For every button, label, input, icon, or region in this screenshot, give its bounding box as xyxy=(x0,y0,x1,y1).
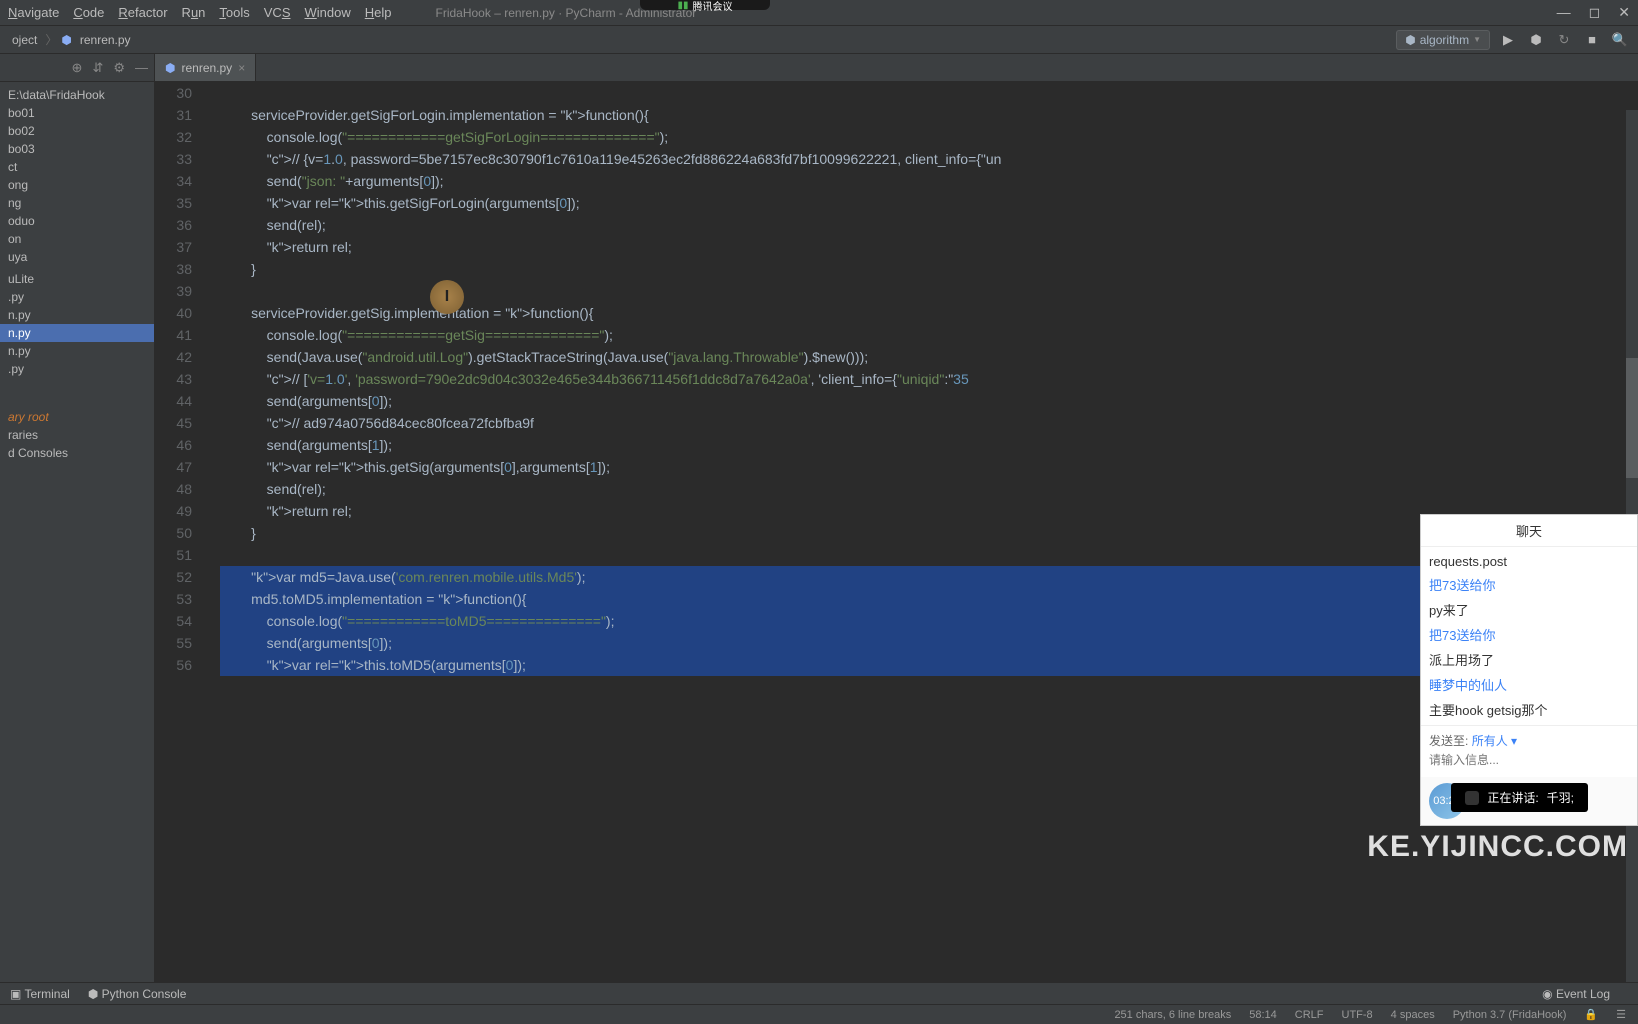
status-interpreter[interactable]: Python 3.7 (FridaHook) xyxy=(1453,1009,1567,1021)
breadcrumb-sep: 〉 xyxy=(45,31,57,48)
collapse-icon[interactable]: ⇵ xyxy=(92,60,103,76)
toolbar: oject 〉 ⬢ renren.py ⬢ algorithm ▼ ▶ ⬢ ↻ … xyxy=(0,26,1638,54)
menu-window[interactable]: Window xyxy=(305,5,351,20)
chat-input[interactable] xyxy=(1429,749,1629,771)
tree-item[interactable]: uya xyxy=(0,248,154,266)
bottom-toolbar: ▣ Terminal ⬢ Python Console ◉ Event Log xyxy=(0,982,1638,1004)
titlebar: Navigate Code Refactor Run Tools VCS Win… xyxy=(0,0,1638,26)
python-file-icon: ⬢ xyxy=(61,33,71,47)
breadcrumb: oject 〉 ⬢ renren.py xyxy=(8,31,135,49)
gutter: 3031323334353637383940414243444546474849… xyxy=(155,82,210,984)
chat-message: 睡梦中的仙人 xyxy=(1429,672,1629,697)
speaker-name: 千羽; xyxy=(1547,789,1574,806)
tree-item[interactable]: ct xyxy=(0,158,154,176)
breadcrumb-project[interactable]: oject xyxy=(8,31,41,49)
speaking-label: 正在讲话: xyxy=(1487,789,1538,806)
run-config-selector[interactable]: ⬢ algorithm ▼ xyxy=(1396,30,1490,50)
chat-message: py来了 xyxy=(1429,597,1629,622)
signal-icon: ▮▮ xyxy=(677,0,688,11)
tree-lib-root[interactable]: ary root xyxy=(0,408,154,426)
tab-label: renren.py xyxy=(181,61,232,75)
menu-refactor[interactable]: Refactor xyxy=(118,5,167,20)
python-console-tab[interactable]: ⬢ Python Console xyxy=(88,987,187,1001)
run-config-icon: ⬢ xyxy=(1405,33,1415,47)
tree-scratch[interactable]: d Consoles xyxy=(0,444,154,462)
file-tab-renren[interactable]: ⬢ renren.py × xyxy=(155,54,256,81)
hector-icon[interactable]: ☰ xyxy=(1616,1008,1626,1021)
hide-icon[interactable]: — xyxy=(135,60,148,75)
menu-tools[interactable]: Tools xyxy=(219,5,249,20)
tree-item[interactable]: ong xyxy=(0,176,154,194)
chat-messages[interactable]: requests.post把73送给你py来了把73送给你派上用场了睡梦中的仙人… xyxy=(1421,547,1637,725)
breadcrumb-file[interactable]: renren.py xyxy=(76,31,135,49)
tree-item[interactable]: uLite xyxy=(0,270,154,288)
tree-item[interactable]: bo01 xyxy=(0,104,154,122)
chat-message: 主要hook getsig那个 xyxy=(1429,697,1629,722)
chat-title: 聊天 xyxy=(1421,515,1637,547)
scrollbar-thumb[interactable] xyxy=(1626,358,1638,478)
event-log-button[interactable]: ◉ Event Log xyxy=(1542,987,1610,1001)
close-button[interactable]: ✕ xyxy=(1618,4,1630,21)
menu-run[interactable]: Run xyxy=(182,5,206,20)
search-button[interactable]: 🔍 xyxy=(1610,30,1630,50)
meeting-app-name: 腾讯会议 xyxy=(693,0,733,13)
tree-item[interactable]: oduo xyxy=(0,212,154,230)
window-title: FridaHook – renren.py · PyCharm - Admini… xyxy=(436,6,1557,20)
mic-icon xyxy=(1465,791,1479,805)
menu-navigate[interactable]: Navigate xyxy=(8,5,59,20)
chat-message: requests.post xyxy=(1429,551,1629,572)
minimize-button[interactable]: — xyxy=(1557,4,1571,21)
chevron-down-icon: ▼ xyxy=(1473,35,1481,44)
python-file-icon: ⬢ xyxy=(165,61,175,75)
tree-scratch[interactable]: raries xyxy=(0,426,154,444)
tree-item[interactable]: on xyxy=(0,230,154,248)
close-tab-icon[interactable]: × xyxy=(238,61,245,75)
chat-message: 把73送给你 xyxy=(1429,572,1629,597)
meeting-overlay: ▮▮ 腾讯会议 xyxy=(640,0,770,10)
tree-item[interactable]: n.py xyxy=(0,342,154,360)
maximize-button[interactable]: ◻ xyxy=(1589,4,1601,21)
project-tree[interactable]: E:\data\FridaHook bo01bo02bo03ctongngodu… xyxy=(0,82,154,984)
sendto-target[interactable]: 所有人 ▾ xyxy=(1472,734,1517,748)
run-config-name: algorithm xyxy=(1420,33,1469,47)
watermark: KE.YIJINCC.COM xyxy=(1367,830,1628,864)
status-encoding[interactable]: UTF-8 xyxy=(1342,1009,1373,1021)
tree-item[interactable]: n.py xyxy=(0,324,154,342)
tree-item[interactable]: .py xyxy=(0,360,154,378)
menu-vcs[interactable]: VCS xyxy=(264,5,291,20)
speaking-bar: 正在讲话: 千羽; xyxy=(1451,783,1588,812)
run-button[interactable]: ▶ xyxy=(1498,30,1518,50)
status-chars: 251 chars, 6 line breaks xyxy=(1114,1009,1231,1021)
tree-item[interactable]: .py xyxy=(0,288,154,306)
sendto-label: 发送至: xyxy=(1429,734,1468,748)
tree-item[interactable]: bo03 xyxy=(0,140,154,158)
tree-root[interactable]: E:\data\FridaHook xyxy=(0,86,154,104)
stop-button: ■ xyxy=(1582,30,1602,50)
menu-help[interactable]: Help xyxy=(365,5,392,20)
debug-button[interactable]: ⬢ xyxy=(1526,30,1546,50)
chat-panel: 聊天 requests.post把73送给你py来了把73送给你派上用场了睡梦中… xyxy=(1420,514,1638,826)
project-sidebar: ⊕ ⇵ ⚙ — E:\data\FridaHook bo01bo02bo03ct… xyxy=(0,54,155,984)
status-crlf[interactable]: CRLF xyxy=(1295,1009,1324,1021)
status-indent[interactable]: 4 spaces xyxy=(1391,1009,1435,1021)
cursor-indicator: I xyxy=(430,280,464,314)
terminal-tab[interactable]: ▣ Terminal xyxy=(10,987,70,1001)
gear-icon[interactable]: ⚙ xyxy=(113,60,125,76)
menu-code[interactable]: Code xyxy=(73,5,104,20)
tab-bar: ⬢ renren.py × xyxy=(155,54,1638,82)
tree-item[interactable]: ng xyxy=(0,194,154,212)
tree-item[interactable]: bo02 xyxy=(0,122,154,140)
locate-icon[interactable]: ⊕ xyxy=(72,60,83,76)
status-pos: 58:14 xyxy=(1249,1009,1277,1021)
chat-message: 把73送给你 xyxy=(1429,622,1629,647)
tree-item[interactable]: n.py xyxy=(0,306,154,324)
chat-message: 派上用场了 xyxy=(1429,647,1629,672)
coverage-button[interactable]: ↻ xyxy=(1554,30,1574,50)
lock-icon[interactable]: 🔒 xyxy=(1584,1008,1598,1021)
status-bar: 251 chars, 6 line breaks 58:14 CRLF UTF-… xyxy=(0,1004,1638,1024)
